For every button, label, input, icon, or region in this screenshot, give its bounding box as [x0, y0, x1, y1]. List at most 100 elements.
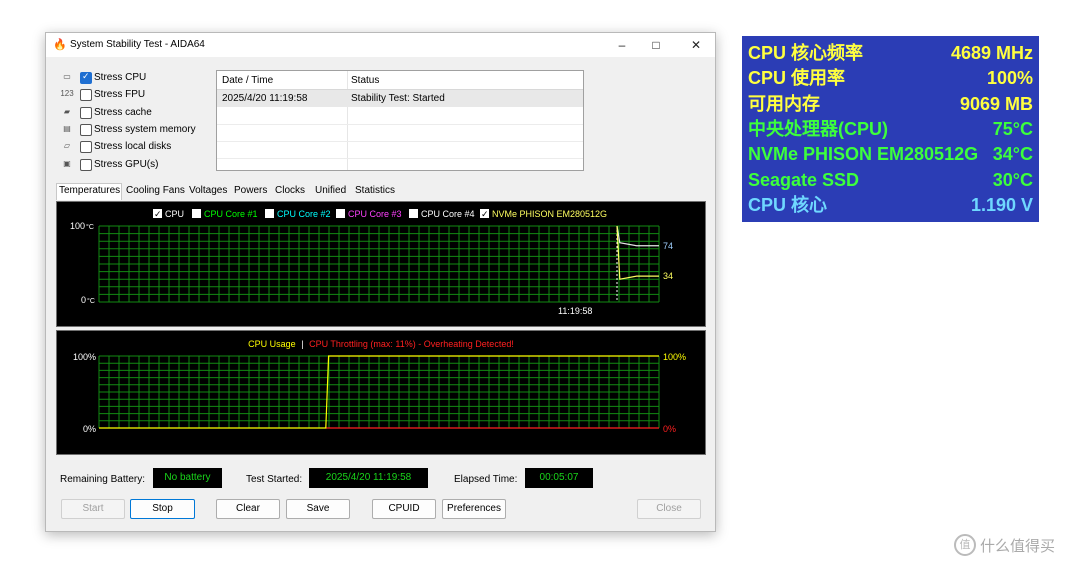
stress-option-label: Stress CPU [94, 72, 147, 83]
tab-cooling-fans[interactable]: Cooling Fans [126, 185, 185, 196]
sensor-value: 30°C [992, 169, 1033, 190]
row-divider [217, 124, 583, 125]
title-bar[interactable]: 🔥 System Stability Test - AIDA64 – □ ✕ [46, 33, 715, 57]
sensor-name: 中央处理器(CPU) [748, 118, 888, 139]
column-header-datetime[interactable]: Date / Time [222, 75, 273, 86]
sensor-panel: CPU 核心频率 4689 MHz CPU 使用率 100% 可用内存 9069 MB 中央… [742, 36, 1039, 222]
main-window: 🔥 System Stability Test - AIDA64 – □ ✕ D… [45, 32, 716, 532]
table-row[interactable]: 2025/4/20 11:19:58 Stability Test: Start… [217, 90, 583, 107]
sensor-value: 9069 MB [959, 93, 1033, 114]
row-divider [217, 158, 583, 159]
sensor-row: 可用内存 9069 MB [748, 92, 1033, 116]
tab-powers[interactable]: Powers [234, 185, 267, 196]
column-header-status[interactable]: Status [351, 75, 379, 86]
sensor-value: 100% [986, 68, 1033, 89]
stress-option[interactable]: ▰ Stress cache [58, 105, 208, 121]
watermark-text: 什么值得买 [980, 538, 1056, 555]
legend-checkbox[interactable] [265, 209, 274, 218]
battery-label: Remaining Battery: [60, 474, 146, 485]
tab-clocks[interactable]: Clocks [275, 185, 305, 196]
legend-label: NVMe PHISON EM280512G [492, 209, 607, 219]
elapsed-time-value: 00:05:07 [525, 468, 593, 488]
sensor-name: CPU 核心频率 [748, 43, 864, 63]
cpu-usage-graph-canvas: CPU Usage | CPU Throttling (max: 11%) - … [73, 339, 686, 434]
temp-series-line [616, 225, 659, 247]
gpu-icon: ▣ [63, 158, 71, 168]
legend-label: CPU Core #2 [277, 209, 331, 219]
close-button[interactable]: Close [637, 499, 701, 519]
sensor-value: 4689 MHz [950, 43, 1033, 63]
sensor-name: NVMe PHISON EM280512G [748, 144, 979, 165]
sensor-row: CPU 核心 1.190 V [748, 193, 1033, 217]
legend-label: CPU Core #3 [348, 209, 402, 219]
sensor-row: CPU 核心频率 4689 MHz [748, 41, 1033, 65]
stress-checkbox[interactable] [80, 123, 92, 136]
battery-value: No battery [153, 468, 222, 488]
usage-current-value: 100% [663, 352, 686, 362]
sensor-value: 1.190 V [970, 194, 1033, 215]
sensor-name: CPU 核心 [748, 194, 828, 215]
test-started-value: 2025/4/20 11:19:58 [309, 468, 428, 488]
stress-option-label: Stress FPU [94, 89, 146, 101]
cpu-chip-icon: ▭ [63, 72, 71, 81]
column-divider [347, 71, 348, 170]
check-icon: ✓ [481, 209, 489, 219]
stress-option[interactable]: ▭ Stress CPU [58, 70, 208, 86]
cpu-y-min-label: 0% [83, 424, 96, 434]
legend-checkbox[interactable] [336, 209, 345, 218]
stress-checkbox[interactable] [80, 158, 92, 171]
row-datetime: 2025/4/20 11:19:58 [222, 93, 308, 104]
row-divider [217, 141, 583, 142]
test-started-label: Test Started: [246, 474, 303, 485]
tab-temperatures[interactable]: Temperatures [59, 185, 120, 196]
clear-button[interactable]: Clear [216, 499, 280, 519]
sensor-value: 34°C [992, 144, 1033, 165]
start-button[interactable]: Start [61, 499, 125, 519]
stress-checkbox[interactable] [80, 89, 92, 102]
legend-checkbox[interactable] [192, 209, 201, 218]
sensor-row: Seagate SSD 30°C [748, 168, 1033, 192]
temp-y-min-label: 0°C [81, 295, 95, 305]
temp-current-value: 34 [663, 271, 673, 281]
cpu-usage-graph: CPU Usage | CPU Throttling (max: 11%) - … [56, 330, 706, 455]
stress-option-label: Stress system memory [94, 123, 196, 135]
temp-time-label: 11:19:58 [558, 306, 592, 316]
stress-checkbox[interactable] [80, 106, 92, 119]
sensor-row: 中央处理器(CPU) 75°C [748, 117, 1033, 141]
cpu-y-max-label: 100% [73, 352, 96, 362]
stress-option[interactable]: ▤ Stress system memory [58, 122, 208, 138]
temp-y-max-label: 100°C [70, 221, 94, 231]
stress-option[interactable]: ▱ Stress local disks [58, 139, 208, 155]
legend-checkbox[interactable] [409, 209, 418, 218]
stress-checkbox[interactable] [80, 71, 92, 84]
legend-label: CPU [165, 209, 184, 219]
close-window-button[interactable]: ✕ [682, 36, 710, 54]
stress-option[interactable]: ▣ Stress GPU(s) [58, 157, 208, 173]
cpuid-button[interactable]: CPUID [372, 499, 436, 519]
tab-voltages[interactable]: Voltages [189, 185, 227, 196]
sensor-name: Seagate SSD [748, 169, 860, 190]
check-icon: ✓ [154, 209, 162, 219]
temp-current-value: 74 [663, 241, 673, 251]
stress-option[interactable]: 123 Stress FPU [58, 87, 208, 103]
row-status: Stability Test: Started [351, 93, 445, 104]
stress-option-label: Stress cache [94, 106, 152, 118]
preferences-button[interactable]: Preferences [442, 499, 506, 519]
sensor-name: CPU 使用率 [748, 68, 846, 89]
throttle-current-value: 0% [663, 424, 676, 434]
cache-icon: ▰ [63, 106, 71, 116]
tab-unified[interactable]: Unified [315, 185, 346, 196]
tab-statistics[interactable]: Statistics [355, 185, 395, 196]
maximize-button[interactable]: □ [642, 36, 670, 54]
stress-option-label: Stress local disks [94, 141, 172, 153]
minimize-button[interactable]: – [608, 36, 636, 54]
memory-icon: ▤ [63, 123, 71, 133]
event-log-table[interactable]: Date / Time Status 2025/4/20 11:19:58 St… [216, 70, 584, 171]
sensor-value: 75°C [992, 118, 1033, 139]
sensor-name: 可用内存 [748, 93, 820, 114]
stop-button[interactable]: Stop [130, 499, 195, 519]
window-title: System Stability Test - AIDA64 [70, 39, 205, 50]
cpu-graph-title: CPU Usage | CPU Throttling (max: 11%) - … [248, 339, 514, 349]
save-button[interactable]: Save [286, 499, 350, 519]
stress-checkbox[interactable] [80, 141, 92, 154]
